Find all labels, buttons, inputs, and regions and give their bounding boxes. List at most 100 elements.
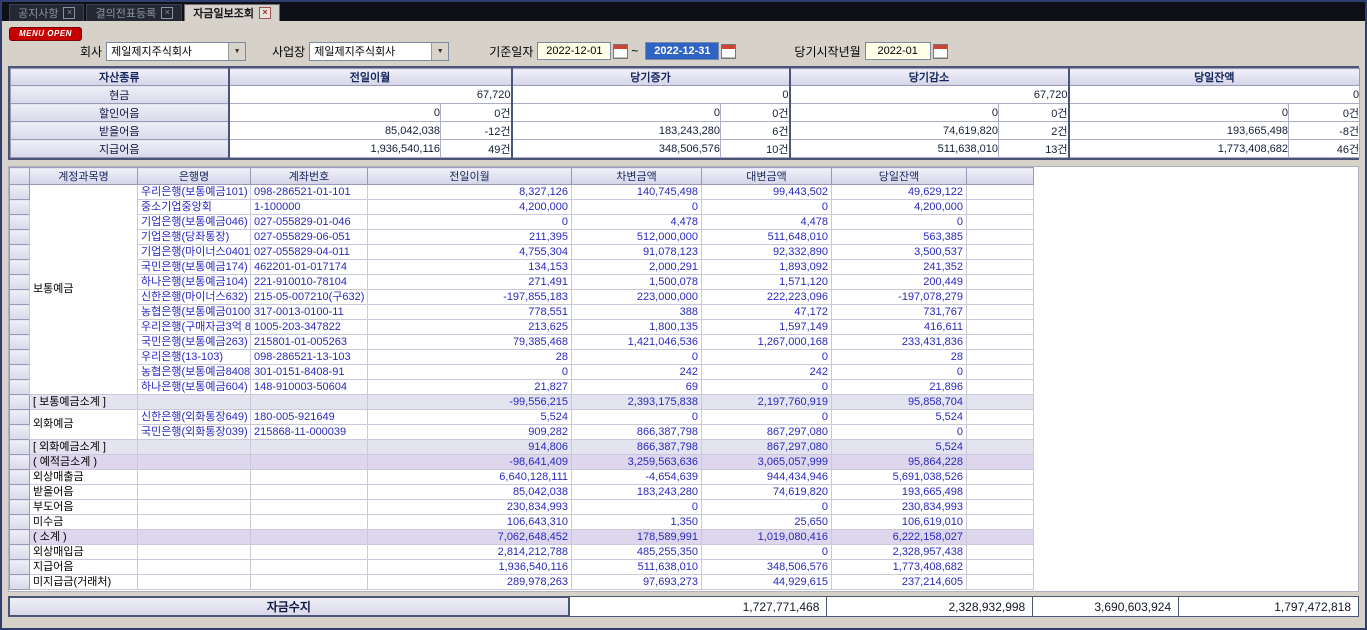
bank-name-cell[interactable] <box>138 440 251 455</box>
debit-cell[interactable]: 388 <box>572 305 702 320</box>
account-cell[interactable]: 지급어음 <box>30 560 138 575</box>
row-selector[interactable] <box>10 440 30 455</box>
balance-cell[interactable]: 5,524 <box>832 440 967 455</box>
table-row[interactable]: 국민은행(보통예금263)215801-01-00526379,385,4681… <box>10 335 1034 350</box>
debit-cell[interactable]: 1,350 <box>572 515 702 530</box>
table-row[interactable]: 기업은행(마이너스04011)027-055829-04-0114,755,30… <box>10 245 1034 260</box>
bank-name-cell[interactable] <box>138 560 251 575</box>
account-number-cell[interactable] <box>251 545 368 560</box>
bank-name-cell[interactable] <box>138 575 251 590</box>
row-selector[interactable] <box>10 245 30 260</box>
company-select[interactable]: 제일제지주식회사 ▼ <box>106 42 246 61</box>
prev-balance-cell[interactable]: 5,524 <box>368 410 572 425</box>
credit-cell[interactable]: 3,065,057,999 <box>702 455 832 470</box>
prev-balance-cell[interactable]: -197,855,183 <box>368 290 572 305</box>
balance-cell[interactable]: 416,611 <box>832 320 967 335</box>
calendar-icon[interactable] <box>613 44 628 59</box>
row-selector[interactable] <box>10 380 30 395</box>
credit-cell[interactable]: 44,929,615 <box>702 575 832 590</box>
bank-name-cell[interactable]: 농협은행(보통예금8408-91) <box>138 365 251 380</box>
base-date-to-input[interactable] <box>645 42 719 60</box>
row-selector[interactable] <box>10 575 30 590</box>
row-selector[interactable] <box>10 470 30 485</box>
debit-cell[interactable]: 223,000,000 <box>572 290 702 305</box>
prev-balance-cell[interactable]: 289,978,263 <box>368 575 572 590</box>
account-number-cell[interactable] <box>251 530 368 545</box>
table-row[interactable]: 외상매출금6,640,128,111-4,654,639944,434,9465… <box>10 470 1034 485</box>
table-row[interactable]: 미수금106,643,3101,35025,650106,619,010 <box>10 515 1034 530</box>
table-row[interactable]: 하나은행(보통예금104)221-910010-78104271,4911,50… <box>10 275 1034 290</box>
balance-cell[interactable]: 237,214,605 <box>832 575 967 590</box>
row-selector[interactable] <box>10 320 30 335</box>
account-cell[interactable]: 받을어음 <box>30 485 138 500</box>
bank-name-cell[interactable]: 국민은행(외화통장039) <box>138 425 251 440</box>
prev-balance-cell[interactable]: 79,385,468 <box>368 335 572 350</box>
balance-cell[interactable]: 95,864,228 <box>832 455 967 470</box>
bank-name-cell[interactable]: 농협은행(보통예금0100-11) <box>138 305 251 320</box>
bank-name-cell[interactable]: 우리은행(13-103) <box>138 350 251 365</box>
table-row[interactable]: 하나은행(보통예금604)148-910003-5060421,82769021… <box>10 380 1034 395</box>
bank-name-cell[interactable] <box>138 530 251 545</box>
row-selector[interactable] <box>10 275 30 290</box>
prev-balance-cell[interactable]: 213,625 <box>368 320 572 335</box>
balance-cell[interactable]: 731,767 <box>832 305 967 320</box>
account-cell[interactable]: [ 외화예금소계 ] <box>30 440 138 455</box>
account-cell[interactable]: 보통예금 <box>30 185 138 395</box>
balance-cell[interactable]: 1,773,408,682 <box>832 560 967 575</box>
bank-name-cell[interactable]: 기업은행(보통예금046) <box>138 215 251 230</box>
row-selector[interactable] <box>10 365 30 380</box>
account-number-cell[interactable] <box>251 440 368 455</box>
tab-fund-daily-report[interactable]: 자금일보조회 × <box>184 4 280 21</box>
prev-balance-cell[interactable]: -99,556,215 <box>368 395 572 410</box>
account-number-cell[interactable] <box>251 575 368 590</box>
prev-balance-cell[interactable]: 4,200,000 <box>368 200 572 215</box>
row-selector[interactable] <box>10 395 30 410</box>
prev-balance-cell[interactable]: 909,282 <box>368 425 572 440</box>
debit-cell[interactable]: 0 <box>572 200 702 215</box>
debit-cell[interactable]: 4,478 <box>572 215 702 230</box>
row-selector[interactable] <box>10 230 30 245</box>
balance-cell[interactable]: 106,619,010 <box>832 515 967 530</box>
prev-balance-cell[interactable]: -98,641,409 <box>368 455 572 470</box>
bank-name-cell[interactable]: 국민은행(보통예금174) <box>138 260 251 275</box>
credit-cell[interactable]: 2,197,760,919 <box>702 395 832 410</box>
table-row[interactable]: 지급어음1,936,540,116511,638,010348,506,5761… <box>10 560 1034 575</box>
bank-name-cell[interactable] <box>138 515 251 530</box>
account-number-cell[interactable] <box>251 485 368 500</box>
account-number-cell[interactable]: 027-055829-04-011 <box>251 245 368 260</box>
credit-cell[interactable]: 25,650 <box>702 515 832 530</box>
balance-cell[interactable]: 230,834,993 <box>832 500 967 515</box>
tab-close-icon[interactable]: × <box>161 7 173 19</box>
account-cell[interactable]: 부도어음 <box>30 500 138 515</box>
row-selector[interactable] <box>10 185 30 200</box>
debit-cell[interactable]: 140,745,498 <box>572 185 702 200</box>
prev-balance-cell[interactable]: 106,643,310 <box>368 515 572 530</box>
debit-cell[interactable]: 91,078,123 <box>572 245 702 260</box>
row-selector[interactable] <box>10 530 30 545</box>
credit-cell[interactable]: 0 <box>702 410 832 425</box>
prev-balance-cell[interactable]: 2,814,212,788 <box>368 545 572 560</box>
balance-cell[interactable]: 563,385 <box>832 230 967 245</box>
balance-cell[interactable]: 5,524 <box>832 410 967 425</box>
prev-balance-cell[interactable]: 21,827 <box>368 380 572 395</box>
account-cell[interactable]: [ 보통예금소계 ] <box>30 395 138 410</box>
balance-cell[interactable]: 233,431,836 <box>832 335 967 350</box>
table-row[interactable]: 부도어음230,834,99300230,834,993 <box>10 500 1034 515</box>
table-row[interactable]: ( 소계 )7,062,648,452178,589,9911,019,080,… <box>10 530 1034 545</box>
credit-cell[interactable]: 1,571,120 <box>702 275 832 290</box>
balance-cell[interactable]: 200,449 <box>832 275 967 290</box>
table-row[interactable]: 신한은행(마이너스632)215-05-007210(구632)-197,855… <box>10 290 1034 305</box>
debit-cell[interactable]: 866,387,798 <box>572 425 702 440</box>
debit-cell[interactable]: -4,654,639 <box>572 470 702 485</box>
bank-name-cell[interactable] <box>138 485 251 500</box>
prev-balance-cell[interactable]: 28 <box>368 350 572 365</box>
prev-balance-cell[interactable]: 230,834,993 <box>368 500 572 515</box>
tab-close-icon[interactable]: × <box>259 7 271 19</box>
chevron-down-icon[interactable]: ▼ <box>228 43 245 60</box>
table-row[interactable]: 우리은행(13-103)098-286521-13-103280028 <box>10 350 1034 365</box>
account-number-cell[interactable]: 301-0151-8408-91 <box>251 365 368 380</box>
debit-cell[interactable]: 0 <box>572 350 702 365</box>
credit-cell[interactable]: 99,443,502 <box>702 185 832 200</box>
workplace-select[interactable]: 제일제지주식회사 ▼ <box>309 42 449 61</box>
credit-cell[interactable]: 92,332,890 <box>702 245 832 260</box>
